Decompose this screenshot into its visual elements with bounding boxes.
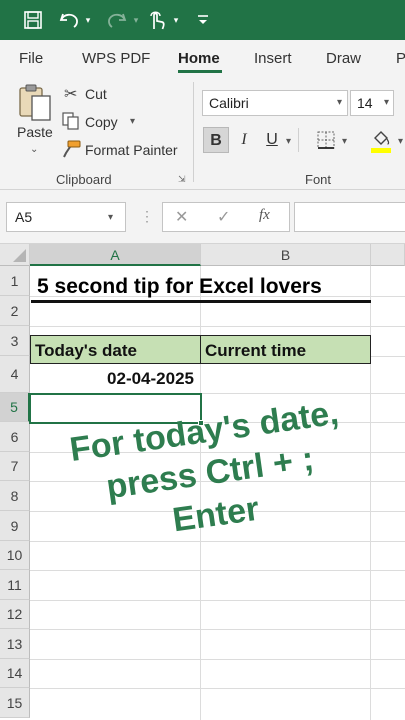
font-name-select[interactable]: Calibri [202,90,348,116]
paste-dropdown-icon[interactable]: ⌄ [30,144,38,155]
fill-color-dropdown-icon[interactable]: ▾ [398,136,403,147]
row-header-11[interactable]: 11 [0,570,30,600]
gridline [30,659,405,660]
row-header-4[interactable]: 4 [0,356,30,393]
gridline [30,570,405,571]
row-header-15[interactable]: 15 [0,688,30,718]
copy-dropdown-icon[interactable]: ▾ [130,116,135,127]
copy-icon [62,112,80,130]
gridline [30,688,405,689]
name-box-dropdown-icon[interactable]: ▾ [108,212,113,223]
italic-button[interactable]: I [231,127,257,153]
select-all-corner[interactable] [0,244,30,266]
copy-button[interactable]: Copy [85,114,118,130]
row-header-14[interactable]: 14 [0,659,30,688]
redo-dropdown-icon: ▾ [133,14,139,25]
save-icon[interactable] [20,8,46,32]
enter-icon: ✓ [217,209,231,226]
cancel-icon: ✕ [175,209,189,226]
cell-a1[interactable]: 5 second tip for Excel lovers [31,273,371,303]
tab-wps-pdf[interactable]: WPS PDF [82,50,150,67]
column-header-a[interactable]: A [30,244,201,266]
row-header-3[interactable]: 3 [0,326,30,356]
insert-function-button[interactable]: fx [259,207,270,224]
formula-buttons: ✕ ✓ fx [162,202,290,232]
undo-icon[interactable] [56,8,82,32]
cell-a3[interactable]: Today's date [30,335,201,364]
format-painter-button[interactable]: Format Painter [85,142,178,158]
row-header-9[interactable]: 9 [0,511,30,541]
cut-button[interactable]: Cut [85,86,107,102]
gridline [30,600,405,601]
row-header-13[interactable]: 13 [0,629,30,659]
ribbon-home: Paste ⌄ ✂ Cut Copy ▾ Format Painter Clip… [0,76,405,190]
active-tab-indicator [178,70,222,73]
borders-icon[interactable] [316,130,336,150]
underline-dropdown-icon[interactable]: ▾ [286,136,291,147]
group-divider [193,82,194,182]
format-painter-icon [62,140,82,158]
tab-insert[interactable]: Insert [254,50,292,67]
tab-page-layout[interactable]: P [396,50,405,67]
clipboard-launcher-icon[interactable]: ⇲ [178,174,186,185]
paste-button[interactable]: Paste [17,124,53,140]
touch-mode-dropdown-icon[interactable]: ▾ [170,8,182,32]
font-name-dropdown-icon[interactable]: ▾ [337,97,342,108]
row-header-5[interactable]: 5 [0,393,30,422]
tab-draw[interactable]: Draw [326,50,361,67]
tab-file[interactable]: File [19,50,43,67]
formula-bar: A5 ▾ ⋮ ✕ ✓ fx [0,190,405,244]
font-divider [298,128,299,152]
column-header-b[interactable]: B [201,244,371,266]
formula-input[interactable] [294,202,405,232]
underline-button[interactable]: U [259,127,285,153]
row-header-12[interactable]: 12 [0,600,30,629]
tab-home[interactable]: Home [178,50,220,67]
font-size-dropdown-icon[interactable]: ▾ [384,97,389,108]
more-icon: ⋮ [140,208,154,224]
row-header-2[interactable]: 2 [0,296,30,326]
row-header-10[interactable]: 10 [0,541,30,570]
touch-mode-icon[interactable] [144,8,170,32]
clipboard-group-label: Clipboard [56,172,112,187]
bold-button[interactable]: B [203,127,229,153]
paste-icon[interactable] [16,82,56,122]
customize-toolbar-icon[interactable] [194,8,212,32]
cell-b3[interactable]: Current time [200,335,371,364]
cell-a4[interactable]: 02-04-2025 [31,365,197,393]
redo-icon [104,8,130,32]
row-header-1[interactable]: 1 [0,266,30,296]
font-group-label: Font [305,172,332,187]
undo-dropdown-icon[interactable]: ▾ [82,8,94,32]
borders-dropdown-icon[interactable]: ▾ [342,136,347,147]
gridline [30,629,405,630]
cut-icon: ✂ [64,86,78,103]
gridline [30,326,405,327]
fill-color-icon[interactable] [370,128,392,154]
column-header-c[interactable] [371,244,405,266]
row-header-8[interactable]: 8 [0,481,30,511]
quick-access-toolbar: ▾ ▾ ▾ [0,0,405,40]
